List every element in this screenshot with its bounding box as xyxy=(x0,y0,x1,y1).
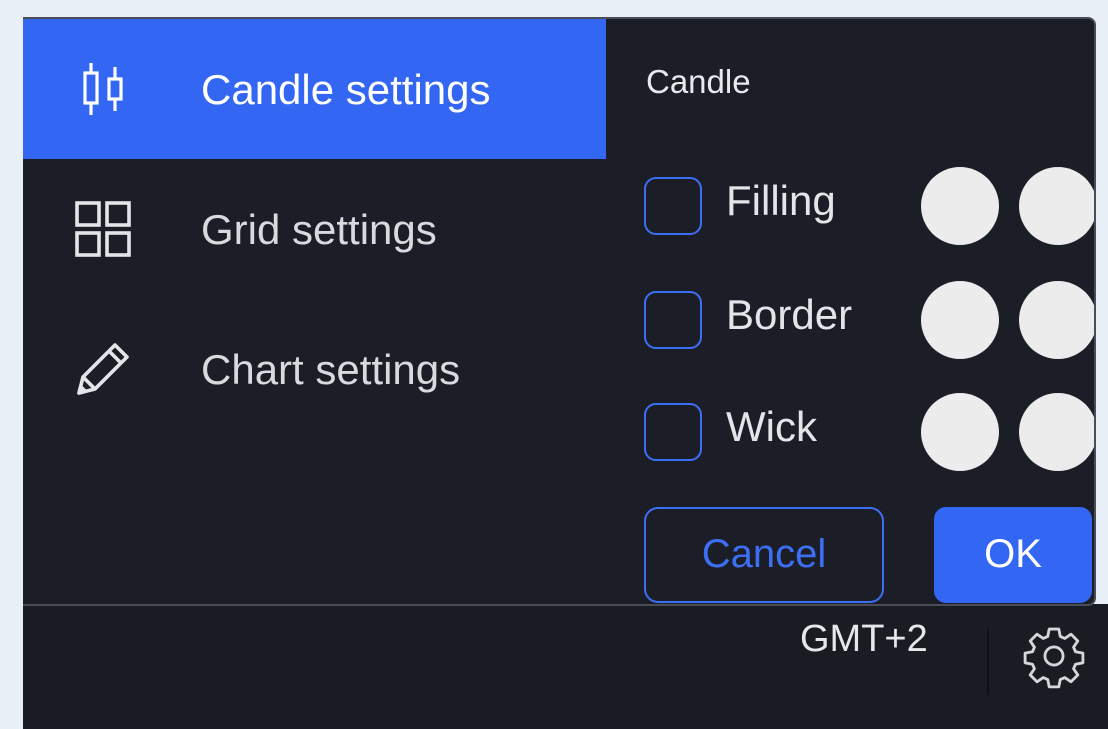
settings-sidebar: Candle settings Grid settings Chart sett… xyxy=(23,19,606,604)
border-checkbox[interactable] xyxy=(644,291,702,349)
timezone-label[interactable]: GMT+2 xyxy=(800,614,928,664)
gear-icon[interactable] xyxy=(1020,622,1088,690)
filling-color-up-swatch[interactable] xyxy=(921,167,999,245)
wick-color-up-swatch[interactable] xyxy=(921,393,999,471)
panel-title: Candle xyxy=(646,63,751,100)
sidebar-item-label: Candle settings xyxy=(201,66,491,113)
filling-color-down-swatch[interactable] xyxy=(1019,167,1094,245)
option-label: Filling xyxy=(726,177,836,224)
cancel-button[interactable]: Cancel xyxy=(644,507,884,603)
filling-checkbox[interactable] xyxy=(644,177,702,235)
sidebar-item-grid-settings[interactable]: Grid settings xyxy=(23,159,606,299)
settings-dialog: Candle settings Grid settings Chart sett… xyxy=(23,17,1096,606)
app-root: GMT+2 Candle settings Grid settings Char… xyxy=(0,0,1108,729)
ok-button[interactable]: OK xyxy=(934,507,1092,603)
sidebar-item-candle-settings[interactable]: Candle settings xyxy=(23,19,606,159)
candlestick-icon xyxy=(71,57,135,121)
pencil-icon xyxy=(71,337,135,401)
option-label: Border xyxy=(726,291,853,338)
status-divider xyxy=(987,629,989,695)
sidebar-item-label: Grid settings xyxy=(201,206,437,253)
border-color-up-swatch[interactable] xyxy=(921,281,999,359)
wick-checkbox[interactable] xyxy=(644,403,702,461)
sidebar-item-chart-settings[interactable]: Chart settings xyxy=(23,299,606,439)
option-border: Border xyxy=(644,281,1094,361)
sidebar-item-label: Chart settings xyxy=(201,346,461,393)
grid-icon xyxy=(71,197,135,261)
wick-color-down-swatch[interactable] xyxy=(1019,393,1094,471)
border-color-down-swatch[interactable] xyxy=(1019,281,1094,359)
status-bar xyxy=(23,604,1108,729)
candle-settings-panel: Candle Filling Border Wick Cancel OK xyxy=(606,19,1094,604)
option-label: Wick xyxy=(726,403,817,450)
option-wick: Wick xyxy=(644,393,1094,473)
option-filling: Filling xyxy=(644,167,1094,247)
